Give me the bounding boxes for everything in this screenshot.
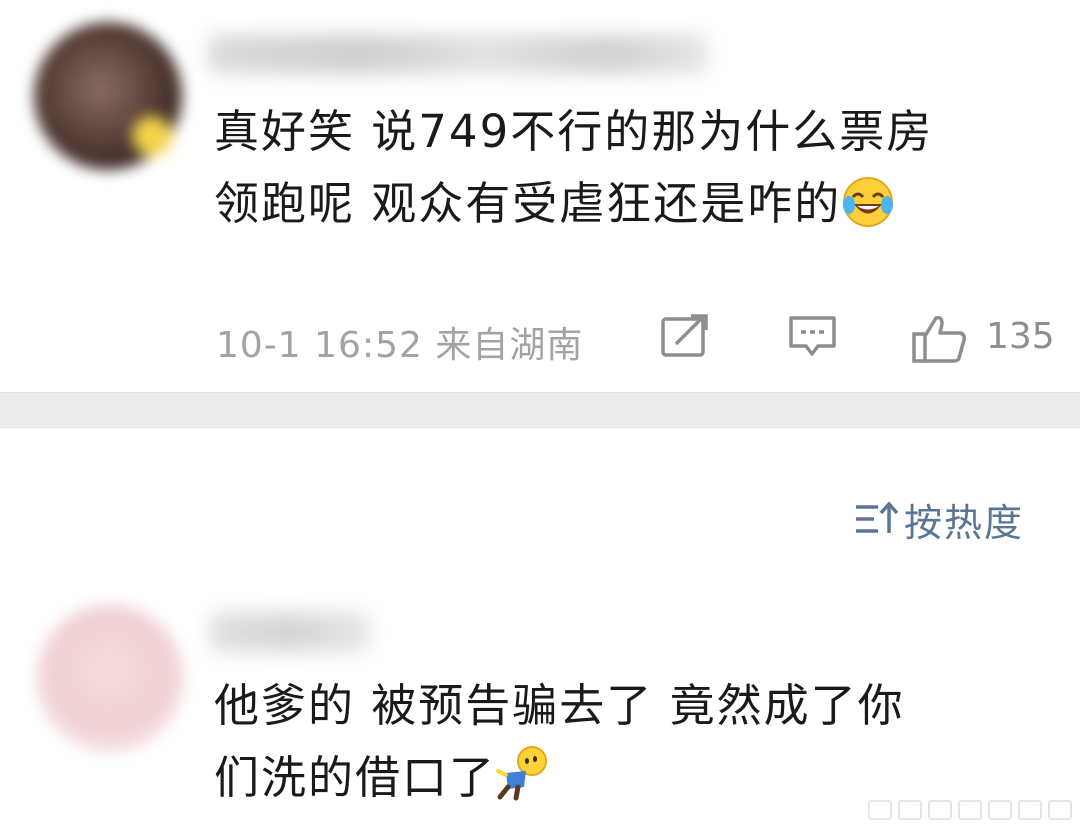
- like-count: 135: [986, 316, 1055, 357]
- section-divider: [0, 392, 1080, 428]
- weibo-comment-page: 真好笑 说749不行的那为什么票房 领跑呢 观众有受虐狂还是咋的 10-1 16…: [0, 0, 1080, 829]
- share-icon[interactable]: [660, 314, 710, 360]
- sort-by-hot-button[interactable]: 按热度: [852, 494, 1025, 545]
- comment-time-location: 10-1 16:52 来自湖南: [216, 325, 584, 366]
- username[interactable]: [210, 612, 370, 652]
- comment-text-line: 他爹的 被预告骗去了 竟然成了你: [214, 679, 905, 732]
- avatar[interactable]: [36, 604, 184, 752]
- watermark: [862, 799, 1072, 821]
- comment-text-line-with-emoji: 领跑呢 观众有受虐狂还是咋的: [214, 168, 1014, 240]
- comment-text-line: 们洗的借口了: [214, 751, 497, 804]
- sort-icon: [856, 501, 899, 533]
- sort-label: 按热度: [904, 500, 1025, 545]
- avatar[interactable]: [34, 22, 182, 170]
- username[interactable]: [208, 34, 708, 74]
- comment-text: 他爹的 被预告骗去了 竟然成了你 们洗的借口了: [214, 670, 1014, 814]
- thumbs-up-icon[interactable]: [912, 314, 968, 364]
- comment-meta-row: 10-1 16:52 来自湖南 135: [216, 310, 1055, 366]
- comment-text-line: 领跑呢 观众有受虐狂还是咋的: [214, 177, 842, 230]
- comment-text: 真好笑 说749不行的那为什么票房 领跑呢 观众有受虐狂还是咋的: [214, 96, 1014, 240]
- verified-badge-icon: [132, 116, 172, 156]
- comment-icon[interactable]: [788, 314, 838, 360]
- comment-text-line: 真好笑 说749不行的那为什么票房: [214, 105, 934, 158]
- laughing-crying-emoji-icon: [843, 177, 894, 227]
- doll-emoji-icon: [496, 746, 548, 801]
